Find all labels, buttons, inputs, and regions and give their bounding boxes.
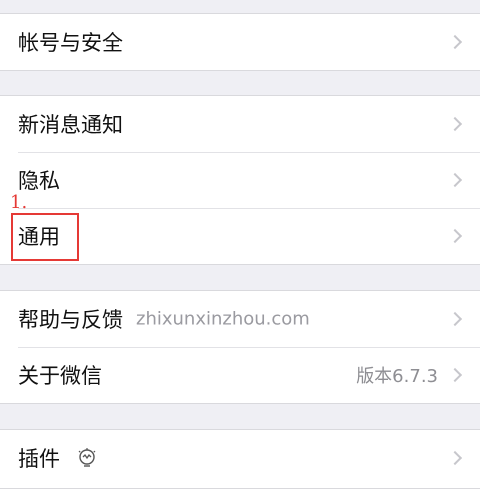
plugin-icon [78,448,96,467]
annotation-highlight-box [11,213,79,261]
settings-row-help-feedback[interactable]: 帮助与反馈 zhixunxinzhou.com [0,291,480,347]
watermark-text: zhixunxinzhou.com [136,308,310,330]
settings-row-plugins[interactable]: 插件 [0,430,480,486]
row-label: 帮助与反馈 [18,308,123,332]
chevron-right-icon [447,311,463,327]
settings-row-privacy[interactable]: 隐私 [0,152,480,208]
chevron-right-icon [447,450,463,466]
settings-row-account-security[interactable]: 帐号与安全 [0,14,480,70]
row-label: 插件 [18,447,60,471]
chevron-right-icon [447,172,463,188]
settings-group-about: 帮助与反馈 zhixunxinzhou.com 关于微信 版本6.7.3 [0,290,480,404]
row-label: 新消息通知 [18,113,123,137]
settings-group-plugins: 插件 [0,429,480,489]
chevron-right-icon [447,367,463,383]
settings-group-account: 帐号与安全 [0,13,480,71]
chevron-right-icon [447,116,463,132]
row-label: 隐私 [18,169,60,193]
settings-row-about-wechat[interactable]: 关于微信 版本6.7.3 [0,347,480,403]
settings-row-notifications[interactable]: 新消息通知 [0,96,480,152]
annotation-number: 1. [10,192,28,213]
chevron-right-icon [447,34,463,50]
row-label: 帐号与安全 [18,31,123,55]
chevron-right-icon [447,228,463,244]
row-label: 关于微信 [18,364,102,388]
version-value: 版本6.7.3 [356,366,438,387]
